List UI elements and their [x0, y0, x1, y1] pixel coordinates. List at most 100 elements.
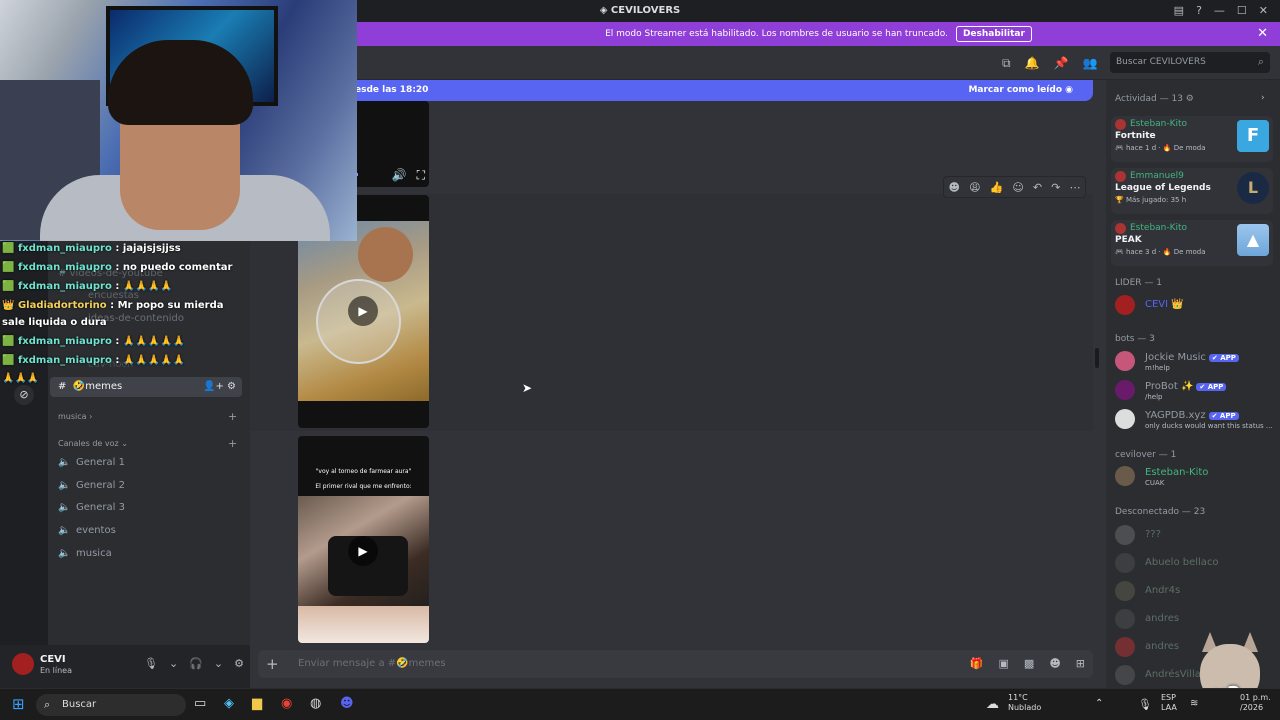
search-icon: ⌕ — [1257, 55, 1264, 68]
add-channel-icon[interactable]: + — [228, 410, 237, 423]
avatar — [1115, 380, 1135, 400]
members-icon[interactable]: 👥 — [1082, 56, 1097, 71]
member-offline[interactable]: Andr4s — [1115, 581, 1265, 601]
activity-card[interactable]: Emmanuel9 League of Legends 🏆 Más jugado… — [1111, 168, 1273, 214]
disable-streamer-button[interactable]: Deshabilitar — [955, 26, 1032, 42]
forward-icon[interactable]: ↷ — [1051, 181, 1060, 194]
wifi-icon[interactable]: ≋ — [1190, 698, 1198, 709]
language-indicator[interactable]: ESP LAA — [1161, 693, 1177, 713]
threads-icon[interactable]: ⧉ — [1002, 56, 1011, 71]
microphone-icon[interactable]: 🎙 — [144, 657, 158, 670]
taskbar-search[interactable]: ⌕ Buscar — [36, 694, 186, 716]
cevilover-header: cevilover — 1 — [1115, 450, 1177, 460]
activity-card[interactable]: Esteban-Kito PEAK 🎮 hace 3 d · 🔥 De moda… — [1111, 220, 1273, 266]
avatar[interactable] — [12, 653, 34, 675]
activity-game: Fortnite — [1115, 131, 1156, 141]
member-offline[interactable]: AndrésVillab... — [1115, 665, 1217, 685]
react-icon[interactable]: ☻ — [949, 181, 960, 194]
new-messages-bar[interactable]: esde las 18:20 Marcar como leído ◉ — [250, 80, 1093, 101]
member-bot-probot[interactable]: ProBot ✨ ✔ APP /help — [1115, 380, 1275, 404]
scrollbar-thumb[interactable] — [1095, 348, 1099, 368]
inbox-icon[interactable]: ▤ — [1174, 4, 1184, 17]
discord-icon[interactable]: ☻ — [340, 696, 354, 711]
emoji-reaction-2[interactable]: 👍 — [990, 181, 1004, 194]
member-offline[interactable]: ??? — [1115, 525, 1265, 545]
discord-window: ◈ CEVILOVERS ▤ ? — ☐ ✕ El modo Streamer … — [0, 0, 1280, 720]
file-explorer-icon[interactable]: ▆ — [252, 696, 262, 711]
channel-memes[interactable]: # 🤣memes 👤+ ⚙ — [50, 377, 242, 397]
add-channel-icon[interactable]: + — [228, 437, 237, 450]
gear-icon[interactable]: ⚙ — [234, 657, 244, 670]
voice-channel-eventos[interactable]: 🔈 eventos — [58, 525, 116, 536]
chevron-right-icon[interactable]: › — [1261, 93, 1265, 103]
member-offline[interactable]: andres — [1115, 637, 1195, 657]
activity-card[interactable]: Esteban-Kito Fortnite 🎮 hace 1 d · 🔥 De … — [1111, 116, 1273, 162]
category-voice[interactable]: Canales de voz ⌄ + — [58, 437, 237, 450]
message-composer[interactable]: + Enviar mensaje a #🤣memes 🎁 ▣ ▩ ☻ ⊞ — [258, 650, 1093, 678]
fullscreen-icon[interactable]: ⛶ — [417, 168, 425, 183]
category-musica[interactable]: musica › + — [58, 410, 237, 423]
offline-header: Desconectado — 23 — [1115, 507, 1206, 517]
close-banner-icon[interactable]: ✕ — [1257, 26, 1268, 41]
stream-chat-line: 🟩 fxdman_miaupro : no puedo comentar — [2, 262, 233, 273]
pin-icon[interactable]: 📌 — [1054, 56, 1069, 71]
video-attachment-3[interactable]: "voy al torneo de farmear aura" El prime… — [298, 436, 429, 643]
activity-header[interactable]: Actividad — 13 ⚙ — [1115, 94, 1194, 104]
app-icon[interactable]: ◈ — [224, 696, 234, 711]
microphone-icon[interactable]: 🎙 — [1138, 698, 1152, 711]
member-cevi[interactable]: CEVI 👑 — [1115, 295, 1265, 317]
help-icon[interactable]: ? — [1196, 4, 1202, 17]
discover-icon[interactable]: ⊘ — [14, 385, 34, 405]
bell-icon[interactable]: 🔔 — [1025, 56, 1040, 71]
attach-plus-icon[interactable]: + — [266, 655, 279, 673]
chevron-down-icon[interactable]: ⌄ — [169, 657, 178, 670]
voice-channel-musica[interactable]: 🔈 musica — [58, 548, 112, 559]
invite-icon[interactable]: 👤+ — [203, 381, 224, 392]
channel-header: ⧉ 🔔 📌 👥 Buscar CEVILOVERS ⌕ — [250, 46, 1280, 80]
mark-as-read-button[interactable]: Marcar como leído ◉ — [968, 85, 1073, 95]
emoji-reaction-1[interactable]: 😩 — [969, 181, 980, 194]
channel-settings-icon[interactable]: ⚙ — [227, 381, 236, 392]
more-icon[interactable]: ⋯ — [1069, 181, 1080, 194]
stream-chat-line: 🟩 fxdman_miaupro : jajajsjsjjss — [2, 243, 181, 254]
chevron-down-icon[interactable]: ⌄ — [214, 657, 223, 670]
apps-icon[interactable]: ⊞ — [1076, 657, 1085, 670]
clock[interactable]: 01 p.m. /2026 — [1240, 693, 1271, 713]
peak-icon: ▲ — [1237, 224, 1269, 256]
member-esteban-kito[interactable]: Esteban-Kito CUAK — [1115, 466, 1265, 490]
add-reaction-icon[interactable]: ☺ — [1012, 181, 1023, 194]
emoji-icon[interactable]: ☻ — [1049, 657, 1060, 670]
app-badge: ✔ APP — [1208, 354, 1239, 362]
play-icon[interactable]: ▶ — [348, 536, 378, 566]
voice-channel-general-3[interactable]: 🔈 General 3 — [58, 502, 125, 513]
thumbnail-face — [358, 227, 413, 282]
member-bot-jockie[interactable]: Jockie Music ✔ APP m!help — [1115, 351, 1275, 375]
volume-icon[interactable]: 🔊 — [392, 168, 407, 183]
chrome-icon[interactable]: ◉ — [281, 696, 292, 711]
avatar — [1115, 466, 1135, 486]
search-input[interactable]: Buscar CEVILOVERS ⌕ — [1110, 52, 1270, 73]
gif-icon[interactable]: ▣ — [999, 657, 1009, 670]
close-button[interactable]: ✕ — [1259, 4, 1268, 17]
app-icon[interactable]: ◍ — [310, 696, 321, 711]
avatar — [1115, 553, 1135, 573]
member-offline[interactable]: andres — [1115, 609, 1265, 629]
play-icon[interactable]: ▶ — [348, 296, 378, 326]
headphones-icon[interactable]: 🎧 — [189, 657, 203, 670]
sticker-icon[interactable]: ▩ — [1024, 657, 1034, 670]
gift-icon[interactable]: 🎁 — [970, 657, 984, 670]
maximize-button[interactable]: ☐ — [1237, 4, 1247, 17]
weather-widget[interactable]: 11°C Nublado — [1008, 693, 1041, 713]
voice-channel-general-1[interactable]: 🔈 General 1 — [58, 457, 125, 468]
reply-icon[interactable]: ↶ — [1033, 181, 1042, 194]
video-caption-2: El primer rival que me enfrento: — [315, 483, 412, 490]
minimize-button[interactable]: — — [1214, 4, 1225, 17]
member-offline[interactable]: Abuelo bellaco — [1115, 553, 1265, 573]
voice-channel-general-2[interactable]: 🔈 General 2 — [58, 480, 125, 491]
member-bot-yagpdb[interactable]: YAGPDB.xyz ✔ APP only ducks would want th… — [1115, 409, 1275, 433]
windows-start-icon[interactable]: ⊞ — [12, 695, 25, 713]
task-view-icon[interactable]: ▭ — [194, 696, 206, 711]
user-name: CEVI — [40, 654, 66, 665]
hash-icon: # — [58, 381, 73, 392]
chevron-up-icon[interactable]: ⌃ — [1095, 698, 1103, 709]
